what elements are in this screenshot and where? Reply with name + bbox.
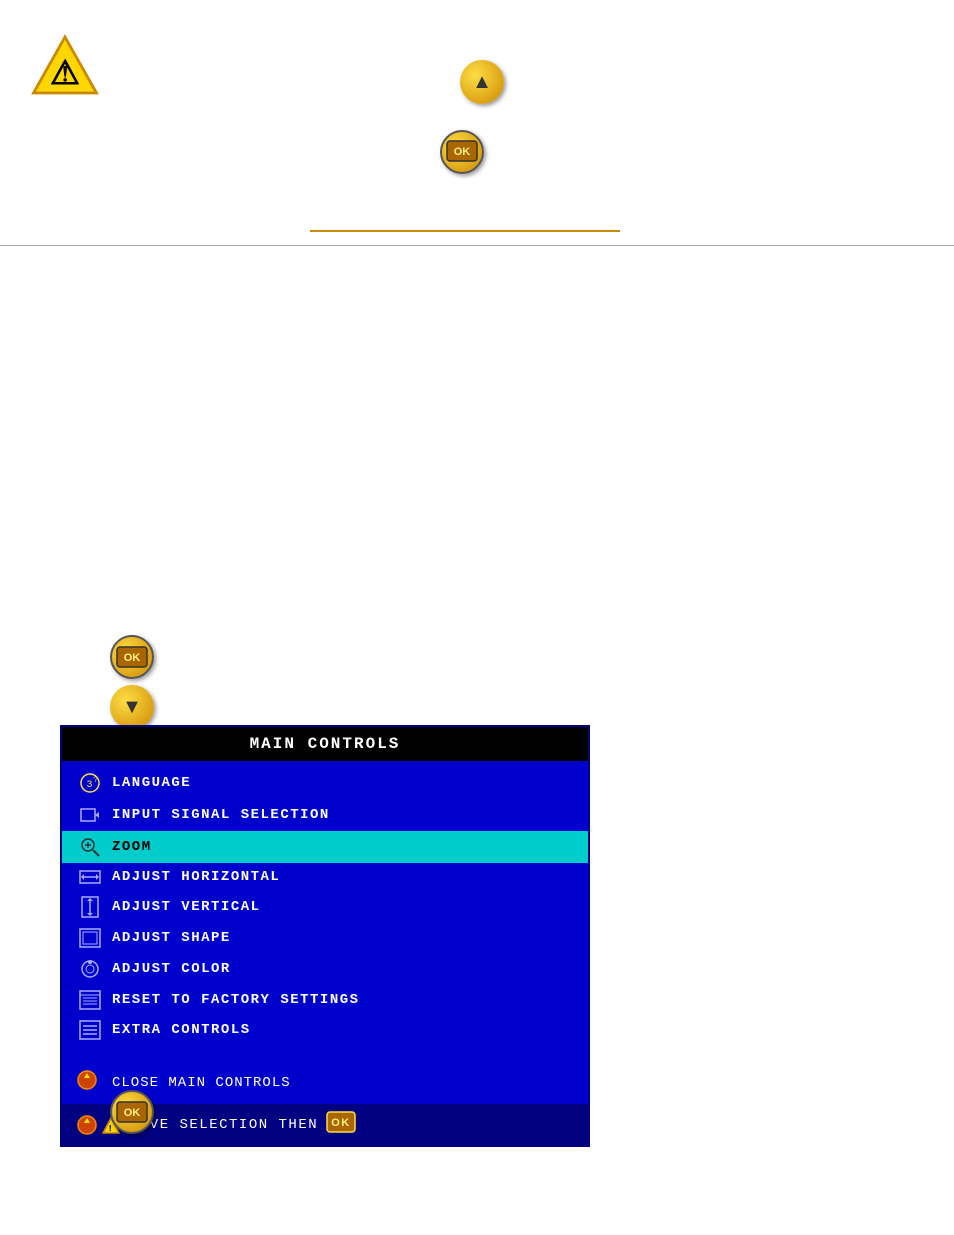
adjust-vertical-icon — [76, 896, 104, 918]
language-icon: 3 ? — [76, 772, 104, 794]
close-main-controls-label: CLOSE MAIN CONTROLS — [112, 1075, 291, 1091]
svg-text:OK: OK — [124, 652, 141, 664]
osd-item-reset-factory[interactable]: RESET TO FACTORY SETTINGS — [62, 985, 588, 1015]
osd-item-adjust-vertical[interactable]: ADJUST VERTICAL — [62, 891, 588, 923]
ok-label-top: OK — [446, 140, 478, 165]
zoom-icon — [76, 836, 104, 858]
svg-text:⚠: ⚠ — [50, 55, 80, 92]
osd-spacer — [62, 1051, 588, 1061]
svg-text:OK: OK — [331, 1117, 351, 1129]
osd-item-zoom[interactable]: ZOOM — [62, 831, 588, 863]
extra-controls-label: EXTRA CONTROLS — [112, 1022, 251, 1038]
close-icon — [76, 1069, 104, 1096]
osd-items-list: 3 ? LANGUAGE INPUT SIGNAL SELECTION — [62, 761, 588, 1051]
up-arrow-button[interactable]: ▲ — [460, 60, 504, 104]
language-label: LANGUAGE — [112, 775, 191, 791]
adjust-shape-icon — [76, 928, 104, 948]
ok-button-bottom[interactable]: OK — [110, 1090, 154, 1134]
svg-text:OK: OK — [454, 146, 471, 158]
input-signal-icon — [76, 804, 104, 826]
osd-item-input-signal[interactable]: INPUT SIGNAL SELECTION — [62, 799, 588, 831]
adjust-shape-label: ADJUST SHAPE — [112, 930, 231, 946]
osd-item-language[interactable]: 3 ? LANGUAGE — [62, 767, 588, 799]
footer-ok-icon: OK — [326, 1111, 356, 1138]
osd-item-adjust-horizontal[interactable]: ADJUST HORIZONTAL — [62, 863, 588, 891]
svg-text:?: ? — [93, 776, 99, 785]
middle-section: OK ▼ MAIN CONTROLS 3 ? LANGUAG — [0, 555, 954, 775]
reset-factory-label: RESET TO FACTORY SETTINGS — [112, 992, 360, 1008]
orange-underline — [310, 230, 620, 232]
adjust-color-label: ADJUST COLOR — [112, 961, 231, 977]
footer-instruction-label: MOVE SELECTION THEN — [130, 1117, 318, 1133]
ok-button-top[interactable]: OK — [440, 130, 484, 174]
adjust-vertical-label: ADJUST VERTICAL — [112, 899, 261, 915]
down-arrow-icon: ▼ — [122, 696, 142, 719]
osd-item-adjust-color[interactable]: ADJUST COLOR — [62, 953, 588, 985]
up-arrow-icon: ▲ — [472, 71, 492, 94]
adjust-horizontal-icon — [76, 868, 104, 886]
adjust-color-icon — [76, 958, 104, 980]
reset-factory-icon — [76, 990, 104, 1010]
zoom-label: ZOOM — [112, 839, 152, 855]
warning-icon: ⚠ — [30, 30, 100, 100]
adjust-horizontal-label: ADJUST HORIZONTAL — [112, 869, 280, 885]
ok-button-mid[interactable]: OK — [110, 635, 154, 679]
top-section: ⚠ ▲ OK — [0, 0, 954, 310]
extra-controls-icon — [76, 1020, 104, 1040]
horizontal-divider — [0, 245, 954, 246]
osd-title: MAIN CONTROLS — [62, 727, 588, 761]
osd-item-adjust-shape[interactable]: ADJUST SHAPE — [62, 923, 588, 953]
osd-item-extra-controls[interactable]: EXTRA CONTROLS — [62, 1015, 588, 1045]
svg-text:OK: OK — [124, 1107, 141, 1119]
input-signal-label: INPUT SIGNAL SELECTION — [112, 807, 330, 823]
osd-menu: MAIN CONTROLS 3 ? LANGUAGE — [60, 725, 590, 1147]
down-arrow-button[interactable]: ▼ — [110, 685, 154, 729]
